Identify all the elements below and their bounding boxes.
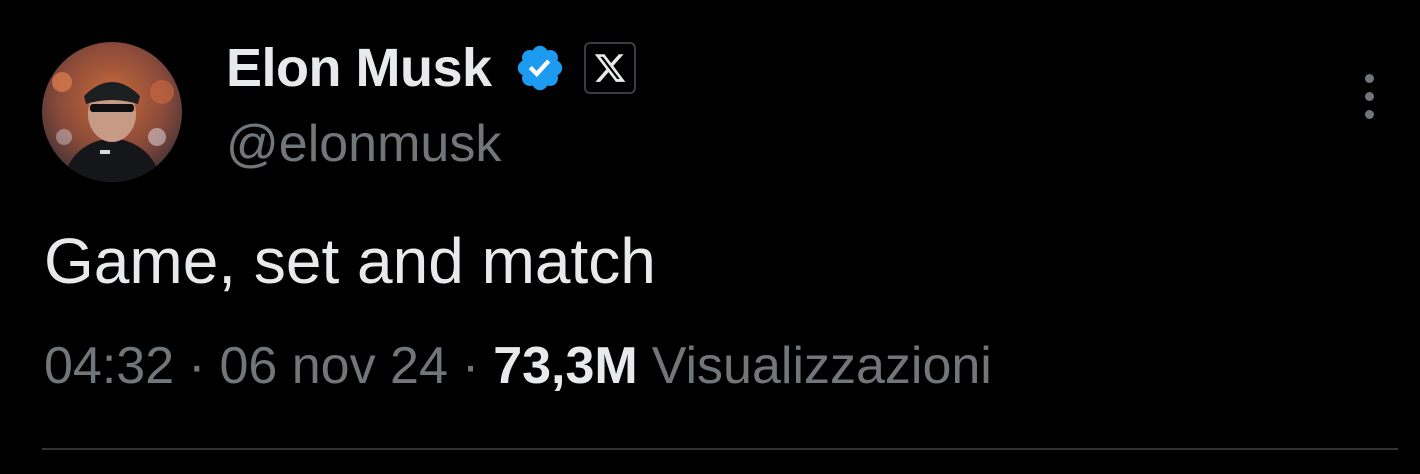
x-logo-icon[interactable] — [583, 42, 636, 94]
author-display-name[interactable]: Elon Musk — [226, 37, 492, 99]
tweet-text: Game, set and match — [44, 225, 656, 297]
meta-separator: · — [188, 337, 206, 395]
views-label: Visualizzazioni — [651, 337, 992, 395]
more-vertical-icon[interactable] — [1350, 68, 1388, 124]
tweet-meta: 04:32 · 06 nov 24 · 73,3M Visualizzazion… — [44, 336, 992, 396]
dot — [1364, 91, 1374, 101]
divider — [42, 448, 1398, 450]
tweet-time[interactable]: 04:32 — [44, 336, 174, 396]
author-name-row: Elon Musk — [226, 36, 636, 100]
dot — [1364, 73, 1374, 83]
avatar[interactable] — [42, 42, 182, 182]
tweet-detail: Elon Musk @elonmusk Game, set and match … — [0, 0, 1420, 474]
tweet-date[interactable]: 06 nov 24 — [219, 336, 447, 396]
author-handle[interactable]: @elonmusk — [226, 114, 501, 174]
avatar-image — [42, 42, 182, 182]
views-count[interactable]: 73,3M — [493, 336, 638, 396]
meta-separator: · — [461, 337, 480, 395]
verified-badge-icon[interactable] — [514, 42, 566, 94]
dot — [1364, 109, 1374, 119]
